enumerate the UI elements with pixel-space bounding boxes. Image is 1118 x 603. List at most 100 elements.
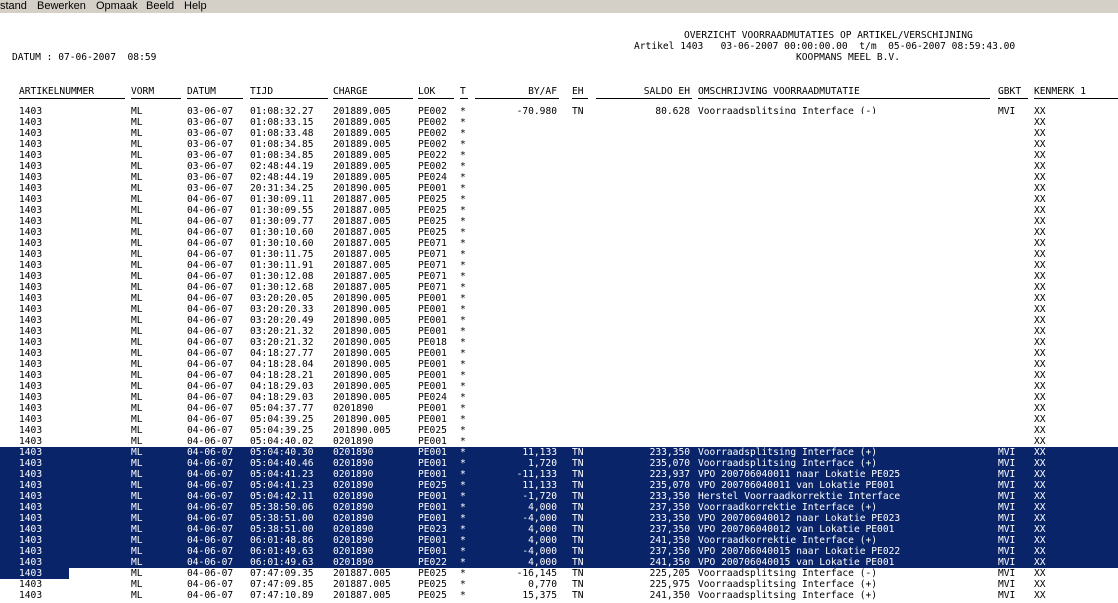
saldo-cell: 233,350 (649, 491, 690, 502)
saldo-cell: 233,350 (649, 513, 690, 524)
table-row[interactable]: 1403 ML 04-06-07 05:38:50.06 0201890 PE001 * 4,… (0, 502, 1118, 513)
menu-item-stand[interactable]: stand (0, 0, 27, 12)
by-af-cell: -1,720 (522, 491, 557, 502)
table-row[interactable]: 1403 ML 04-06-07 03:20:20.05 201890.005 PE001… (0, 293, 1118, 304)
eh-cell: TN (572, 458, 584, 469)
table-row[interactable]: 1403 ML 04-06-07 01:30:11.75 201887.005 PE071… (0, 249, 1118, 260)
table-row[interactable]: 1403 ML 04-06-07 01:30:10.60 201887.005 PE071… (0, 238, 1118, 249)
menu-item-beeld[interactable]: Beeld (146, 0, 174, 12)
t-cell: * (460, 293, 466, 304)
table-row[interactable]: 1403 ML 03-06-07 01:08:32.27 201889.005 PE002… (0, 106, 1118, 117)
table-row[interactable]: 1403 ML 04-06-07 01:30:12.08 201887.005 PE071… (0, 271, 1118, 282)
datum-cell: 03-06-07 (187, 106, 234, 117)
col-header-gbkt: GBKT (998, 86, 1022, 97)
omschrijving-cell: Voorraadsplitsing Interface (+) (698, 590, 878, 601)
t-cell: * (460, 590, 466, 601)
table-row[interactable]: 1403 ML 04-06-07 05:04:42.11 0201890 PE001 * -1… (0, 491, 1118, 502)
table-row[interactable]: 1403 ML 04-06-07 05:38:51.00 0201890 PE001 * -4… (0, 513, 1118, 524)
table-row[interactable]: 1403 ML 04-06-07 01:30:12.68 201887.005 PE071… (0, 282, 1118, 293)
report-document[interactable]: OVERZICHT VOORRAADMUTATIES OP ARTIKEL/VE… (0, 13, 1118, 603)
menu-item-help[interactable]: Help (184, 0, 207, 12)
datum-cell: 03-06-07 (187, 183, 234, 194)
saldo-cell: 235,070 (649, 458, 690, 469)
table-row[interactable]: 1403 ML 04-06-07 07:47:09.85 201887.005 PE025… (0, 579, 1118, 590)
table-row[interactable]: 1403 ML 04-06-07 04:18:29.03 201890.005 PE024… (0, 392, 1118, 403)
table-row[interactable]: 1403 ML 04-06-07 05:04:39.25 201890.005 PE001… (0, 414, 1118, 425)
table-row[interactable]: 1403 ML 04-06-07 05:04:40.02 0201890 PE001 * XX (0, 436, 1118, 447)
table-row[interactable]: 1403 ML 04-06-07 04:18:28.21 201890.005 PE001… (0, 370, 1118, 381)
table-row[interactable]: 1403 ML 04-06-07 01:30:09.55 201887.005 PE025… (0, 205, 1118, 216)
artikelnummer-cell: 1403 (19, 238, 43, 249)
by-af-cell (475, 348, 557, 359)
artikelnummer-cell: 1403 (19, 315, 43, 326)
saldo-cell (600, 205, 690, 216)
table-row[interactable]: 1403 ML 04-06-07 04:18:29.03 201890.005 PE001… (0, 381, 1118, 392)
datum-cell: 04-06-07 (187, 392, 234, 403)
kenmerk-cell: XX (1034, 348, 1046, 359)
menu-item-opmaak[interactable]: Opmaak (96, 0, 138, 12)
t-cell: * (460, 128, 466, 139)
lok-cell: PE002 (418, 117, 447, 128)
saldo-cell (600, 370, 690, 381)
table-row[interactable]: 1403 ML 04-06-07 05:04:40.46 0201890 PE001 * 1,… (0, 458, 1118, 469)
lok-cell: PE022 (418, 150, 447, 161)
saldo-cell (600, 381, 690, 392)
table-row[interactable]: 1403 ML 04-06-07 03:20:21.32 201890.005 PE001… (0, 326, 1118, 337)
saldo-cell (600, 436, 690, 447)
saldo-cell: 241,350 (649, 535, 690, 546)
table-row[interactable]: 1403 ML 04-06-07 01:30:09.77 201887.005 PE025… (0, 216, 1118, 227)
table-row[interactable]: 1403 ML 04-06-07 06:01:49.63 0201890 PE022 * 4,… (0, 557, 1118, 568)
table-row[interactable]: 1403 ML 04-06-07 05:04:37.77 0201890 PE001 * XX (0, 403, 1118, 414)
menu-item-bewerken[interactable]: Bewerken (37, 0, 86, 12)
table-row[interactable]: 1403 ML 04-06-07 07:47:09.35 201887.005 PE025… (0, 568, 1118, 579)
table-row[interactable]: 1403 ML 03-06-07 01:08:34.85 201889.005 PE022… (0, 150, 1118, 161)
table-row[interactable]: 1403 ML 04-06-07 03:20:20.33 201890.005 PE001… (0, 304, 1118, 315)
t-cell: * (460, 513, 466, 524)
table-row[interactable]: 1403 ML 04-06-07 05:04:39.25 201890.005 PE025… (0, 425, 1118, 436)
table-row[interactable]: 1403 ML 04-06-07 05:04:41.23 0201890 PE001 * -1… (0, 469, 1118, 480)
vorm-cell: ML (131, 106, 143, 117)
table-row[interactable]: 1403 ML 04-06-07 05:04:40.30 0201890 PE001 * 11… (0, 447, 1118, 458)
table-row[interactable]: 1403 ML 04-06-07 03:20:21.32 201890.005 PE018… (0, 337, 1118, 348)
kenmerk-cell: XX (1034, 238, 1046, 249)
artikelnummer-cell: 1403 (19, 106, 43, 117)
datum-cell: 04-06-07 (187, 458, 234, 469)
table-row[interactable]: 1403 ML 03-06-07 02:48:44.19 201889.005 PE024… (0, 172, 1118, 183)
datum-cell: 04-06-07 (187, 513, 234, 524)
table-row[interactable]: 1403 ML 04-06-07 06:01:49.63 0201890 PE001 * -4… (0, 546, 1118, 557)
datum-cell: 04-06-07 (187, 304, 234, 315)
table-row[interactable]: 1403 ML 04-06-07 05:38:51.00 0201890 PE023 * 4,… (0, 524, 1118, 535)
header-underline (572, 98, 588, 99)
tijd-cell: 03:20:21.32 (250, 326, 314, 337)
table-row[interactable]: 1403 ML 04-06-07 01:30:10.60 201887.005 PE025… (0, 227, 1118, 238)
artikelnummer-cell: 1403 (19, 403, 43, 414)
t-cell: * (460, 315, 466, 326)
mutation-table[interactable]: 1403 ML 03-06-07 01:08:32.27 201889.005 PE002… (0, 106, 1118, 601)
table-row[interactable]: 1403 ML 04-06-07 05:04:41.23 0201890 PE025 * 11… (0, 480, 1118, 491)
table-row[interactable]: 1403 ML 04-06-07 06:01:48.86 0201890 PE001 * 4,… (0, 535, 1118, 546)
table-row[interactable]: 1403 ML 04-06-07 04:18:28.04 201890.005 PE001… (0, 359, 1118, 370)
table-row[interactable]: 1403 ML 03-06-07 02:48:44.19 201889.005 PE002… (0, 161, 1118, 172)
tijd-cell: 04:18:27.77 (250, 348, 314, 359)
table-row[interactable]: 1403 ML 04-06-07 03:20:20.49 201890.005 PE001… (0, 315, 1118, 326)
artikelnummer-cell: 1403 (19, 326, 43, 337)
charge-cell: 201889.005 (333, 106, 391, 117)
kenmerk-cell: XX (1034, 502, 1046, 513)
table-row[interactable]: 1403 ML 03-06-07 01:08:33.15 201889.005 PE002… (0, 117, 1118, 128)
by-af-cell (475, 260, 557, 271)
table-row[interactable]: 1403 ML 04-06-07 04:18:27.77 201890.005 PE001… (0, 348, 1118, 359)
charge-cell: 201889.005 (333, 139, 391, 150)
table-row[interactable]: 1403 ML 04-06-07 01:30:11.91 201887.005 PE071… (0, 260, 1118, 271)
datum-cell: 04-06-07 (187, 425, 234, 436)
table-row[interactable]: 1403 ML 04-06-07 07:47:10.89 201887.005 PE025… (0, 590, 1118, 601)
datum-cell: 03-06-07 (187, 161, 234, 172)
by-af-cell: 4,000 (528, 524, 557, 535)
table-row[interactable]: 1403 ML 03-06-07 01:08:33.48 201889.005 PE002… (0, 128, 1118, 139)
table-row[interactable]: 1403 ML 03-06-07 20:31:34.25 201890.005 PE001… (0, 183, 1118, 194)
by-af-cell (475, 128, 557, 139)
tijd-cell: 01:30:11.75 (250, 249, 314, 260)
table-row[interactable]: 1403 ML 03-06-07 01:08:34.85 201889.005 PE002… (0, 139, 1118, 150)
report-datum: DATUM : 07-06-2007 08:59 (12, 52, 157, 63)
by-af-cell (475, 326, 557, 337)
table-row[interactable]: 1403 ML 04-06-07 01:30:09.11 201887.005 PE025… (0, 194, 1118, 205)
